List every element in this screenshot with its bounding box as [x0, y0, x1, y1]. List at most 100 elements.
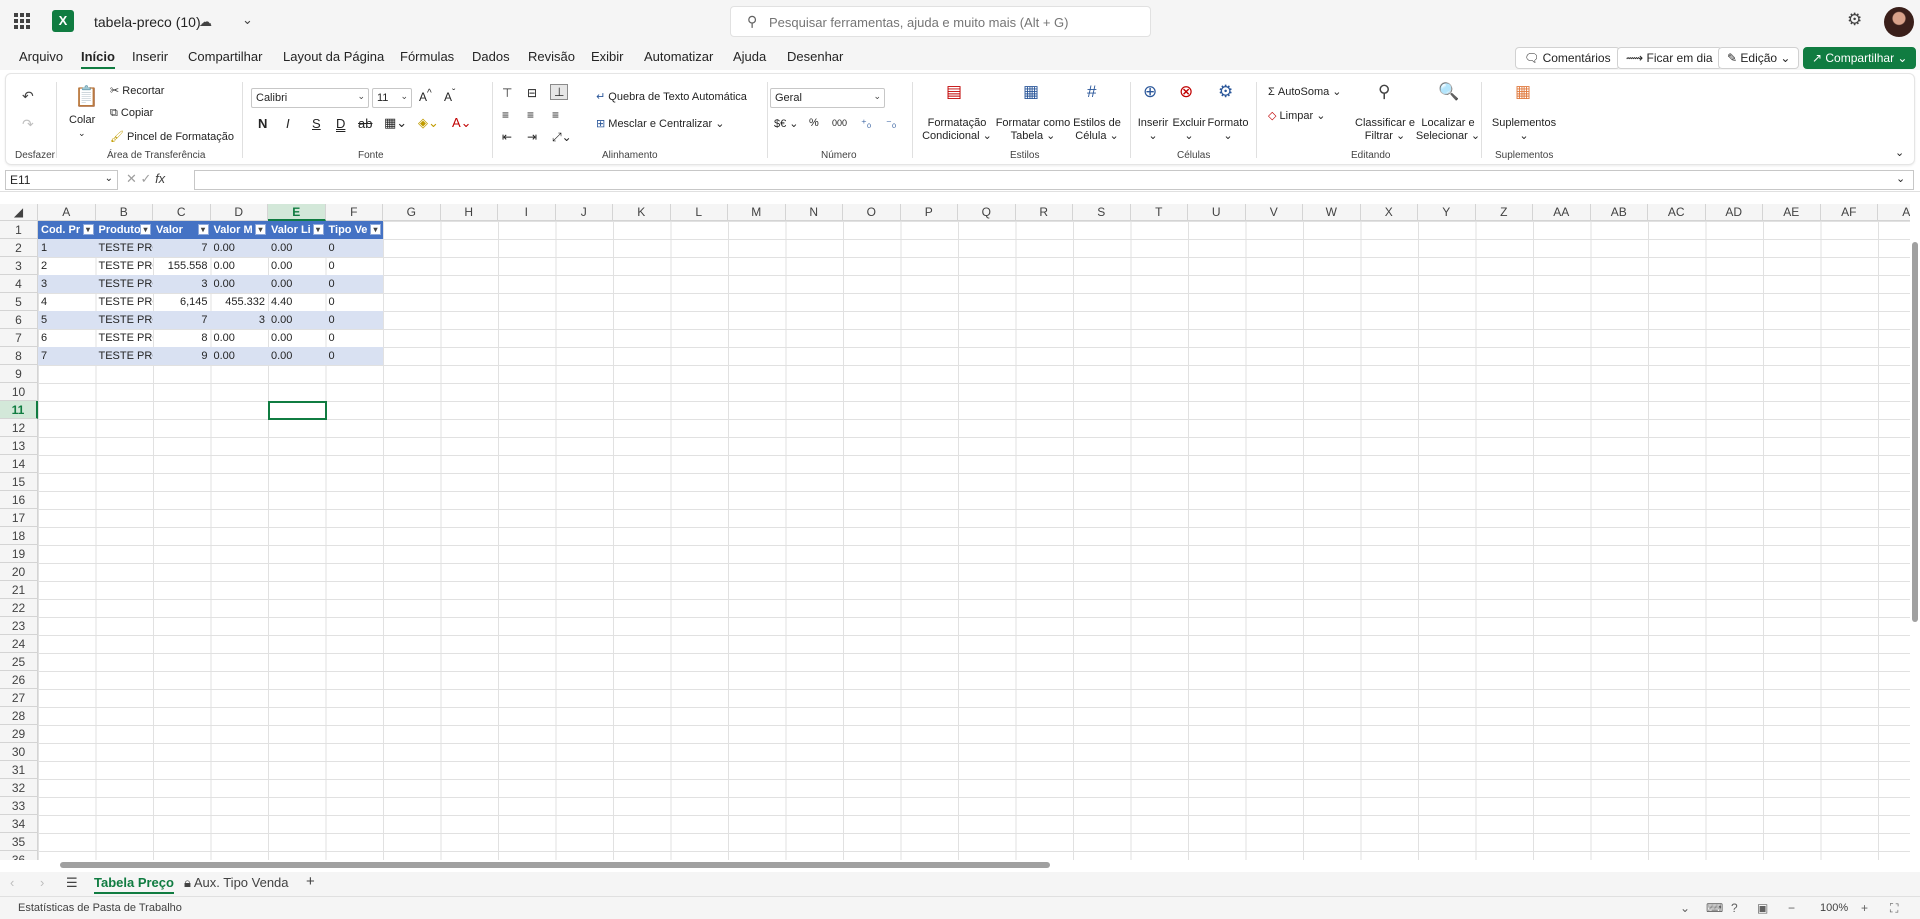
tab-layout[interactable]: Layout da Página [283, 49, 384, 64]
autosum-button[interactable]: Σ AutoSoma ⌄ [1268, 85, 1342, 98]
row-header[interactable]: 29 [0, 725, 38, 743]
delete-cells-button[interactable]: Excluir ⌄ [1170, 117, 1208, 143]
table-cell[interactable]: 155.558 [153, 257, 211, 275]
table-cell[interactable]: 7 [153, 239, 211, 257]
table-cell[interactable]: 4.40 [268, 293, 326, 311]
column-header[interactable]: J [555, 204, 613, 221]
table-cell[interactable]: 8 [153, 329, 211, 347]
row-header[interactable]: 2 [0, 239, 38, 257]
column-header[interactable]: F [325, 204, 383, 221]
row-header[interactable]: 19 [0, 545, 38, 563]
keyboard-icon[interactable]: ⌨ [1706, 901, 1723, 915]
row-header[interactable]: 14 [0, 455, 38, 473]
row-header[interactable]: 11 [0, 401, 38, 419]
strikethrough-button[interactable]: ab [358, 116, 372, 131]
column-header[interactable]: A [1878, 204, 1910, 221]
column-header[interactable]: R [1015, 204, 1073, 221]
filter-dropdown-icon[interactable]: ▾ [370, 224, 381, 235]
table-cell[interactable]: 0 [326, 257, 384, 275]
increase-indent-icon[interactable]: ⇥ [527, 130, 537, 144]
avatar[interactable] [1884, 7, 1914, 37]
table-cell[interactable]: 0.00 [268, 329, 326, 347]
find-select-button[interactable]: Localizar e Selecionar ⌄ [1415, 117, 1481, 143]
editing-mode-button[interactable]: ✎ Edição ⌄ [1718, 47, 1800, 69]
zoom-in-icon[interactable]: + [1861, 901, 1868, 915]
table-cell[interactable]: 3 [153, 275, 211, 293]
table-cell[interactable]: 0.00 [268, 239, 326, 257]
row-header[interactable]: 4 [0, 275, 38, 293]
search-box[interactable]: ⚲ [730, 6, 1151, 37]
bold-button[interactable]: N [258, 116, 267, 131]
fill-color-icon[interactable]: ◈⌄ [418, 115, 439, 131]
borders-icon[interactable]: ▦⌄ [384, 115, 407, 131]
column-header[interactable]: U [1188, 204, 1246, 221]
table-cell[interactable]: 6,145 [153, 293, 211, 311]
filter-dropdown-icon[interactable]: ▾ [140, 224, 151, 235]
row-header[interactable]: 20 [0, 563, 38, 581]
row-header[interactable]: 1 [0, 221, 38, 239]
row-header[interactable]: 13 [0, 437, 38, 455]
row-header[interactable]: 8 [0, 347, 38, 365]
column-header[interactable]: K [613, 204, 671, 221]
filter-dropdown-icon[interactable]: ▾ [312, 224, 324, 235]
table-cell[interactable]: 4 [38, 293, 96, 311]
name-box[interactable]: E11 ⌄ [5, 170, 118, 190]
table-cell[interactable]: 3 [210, 311, 268, 329]
row-header[interactable]: 5 [0, 293, 38, 311]
table-cell[interactable]: TESTE PRO [95, 311, 153, 329]
decrease-indent-icon[interactable]: ⇤ [502, 130, 512, 144]
table-cell[interactable]: 0.00 [268, 311, 326, 329]
row-header[interactable]: 7 [0, 329, 38, 347]
column-header[interactable]: B [95, 204, 153, 221]
tab-arquivo[interactable]: Arquivo [19, 49, 63, 64]
format-painter-button[interactable]: 🖌 Pincel de Formatação [110, 130, 234, 143]
table-cell[interactable]: 0.00 [268, 347, 326, 365]
catchup-button[interactable]: ⟿ Ficar em dia [1617, 47, 1722, 69]
tab-ajuda[interactable]: Ajuda [733, 49, 766, 64]
shrink-font-icon[interactable]: Aˇ [444, 88, 455, 104]
column-header[interactable]: E [268, 204, 326, 221]
row-header[interactable]: 30 [0, 743, 38, 761]
workbook-stats[interactable]: Estatísticas de Pasta de Trabalho [18, 902, 182, 914]
orientation-icon[interactable]: ⤢⌄ [552, 130, 572, 145]
column-header[interactable]: H [440, 204, 498, 221]
chevron-down-icon[interactable]: ⌄ [78, 128, 86, 139]
row-header[interactable]: 16 [0, 491, 38, 509]
table-cell[interactable]: TESTE PRO [95, 347, 153, 365]
table-cell[interactable]: 0 [325, 347, 383, 365]
table-header-cell[interactable]: Tipo Ve ▾ [325, 221, 383, 239]
table-cell[interactable]: 0 [326, 329, 384, 347]
font-size-select[interactable]: 11 ⌄ [372, 88, 412, 108]
tab-revisao[interactable]: Revisão [528, 49, 575, 64]
table-cell[interactable]: TESTE PRO [95, 239, 153, 257]
formula-input[interactable] [194, 170, 1914, 190]
column-header[interactable]: W [1303, 204, 1361, 221]
collapse-ribbon-icon[interactable]: ⌄ [1895, 146, 1904, 159]
table-cell[interactable]: 0.00 [268, 257, 326, 275]
column-header[interactable]: G [383, 204, 441, 221]
table-header-cell[interactable]: Valor Li ▾ [268, 221, 326, 239]
row-header[interactable]: 10 [0, 383, 38, 401]
view-icon[interactable]: ▣ [1757, 901, 1768, 915]
redo-icon[interactable]: ↷ [22, 116, 34, 133]
number-format-select[interactable]: Geral ⌄ [770, 88, 885, 108]
increase-decimal-icon[interactable]: ⁺₀ [861, 117, 871, 130]
insert-function-button[interactable]: fx [155, 171, 165, 186]
align-left-icon[interactable]: ≡ [502, 108, 509, 122]
chevron-down-icon[interactable]: ⌄ [1680, 901, 1690, 915]
table-cell[interactable]: 0 [325, 311, 383, 329]
table-cell[interactable]: 0.00 [210, 239, 268, 257]
prev-sheet-icon[interactable]: ‹ [10, 875, 14, 890]
format-as-table-button[interactable]: Formatar como Tabela ⌄ [994, 117, 1072, 143]
sheet-tab-tabela-preco[interactable]: Tabela Preço [94, 875, 174, 894]
horizontal-scrollbar[interactable] [40, 860, 1910, 870]
tab-dados[interactable]: Dados [472, 49, 510, 64]
column-header[interactable]: D [210, 204, 268, 221]
column-header[interactable]: O [843, 204, 901, 221]
table-cell[interactable]: 0.00 [210, 347, 268, 365]
table-header-cell[interactable]: Produto ▾ [95, 221, 153, 239]
column-header[interactable]: I [498, 204, 556, 221]
table-cell[interactable]: 9 [153, 347, 211, 365]
next-sheet-icon[interactable]: › [40, 875, 44, 890]
row-header[interactable]: 17 [0, 509, 38, 527]
